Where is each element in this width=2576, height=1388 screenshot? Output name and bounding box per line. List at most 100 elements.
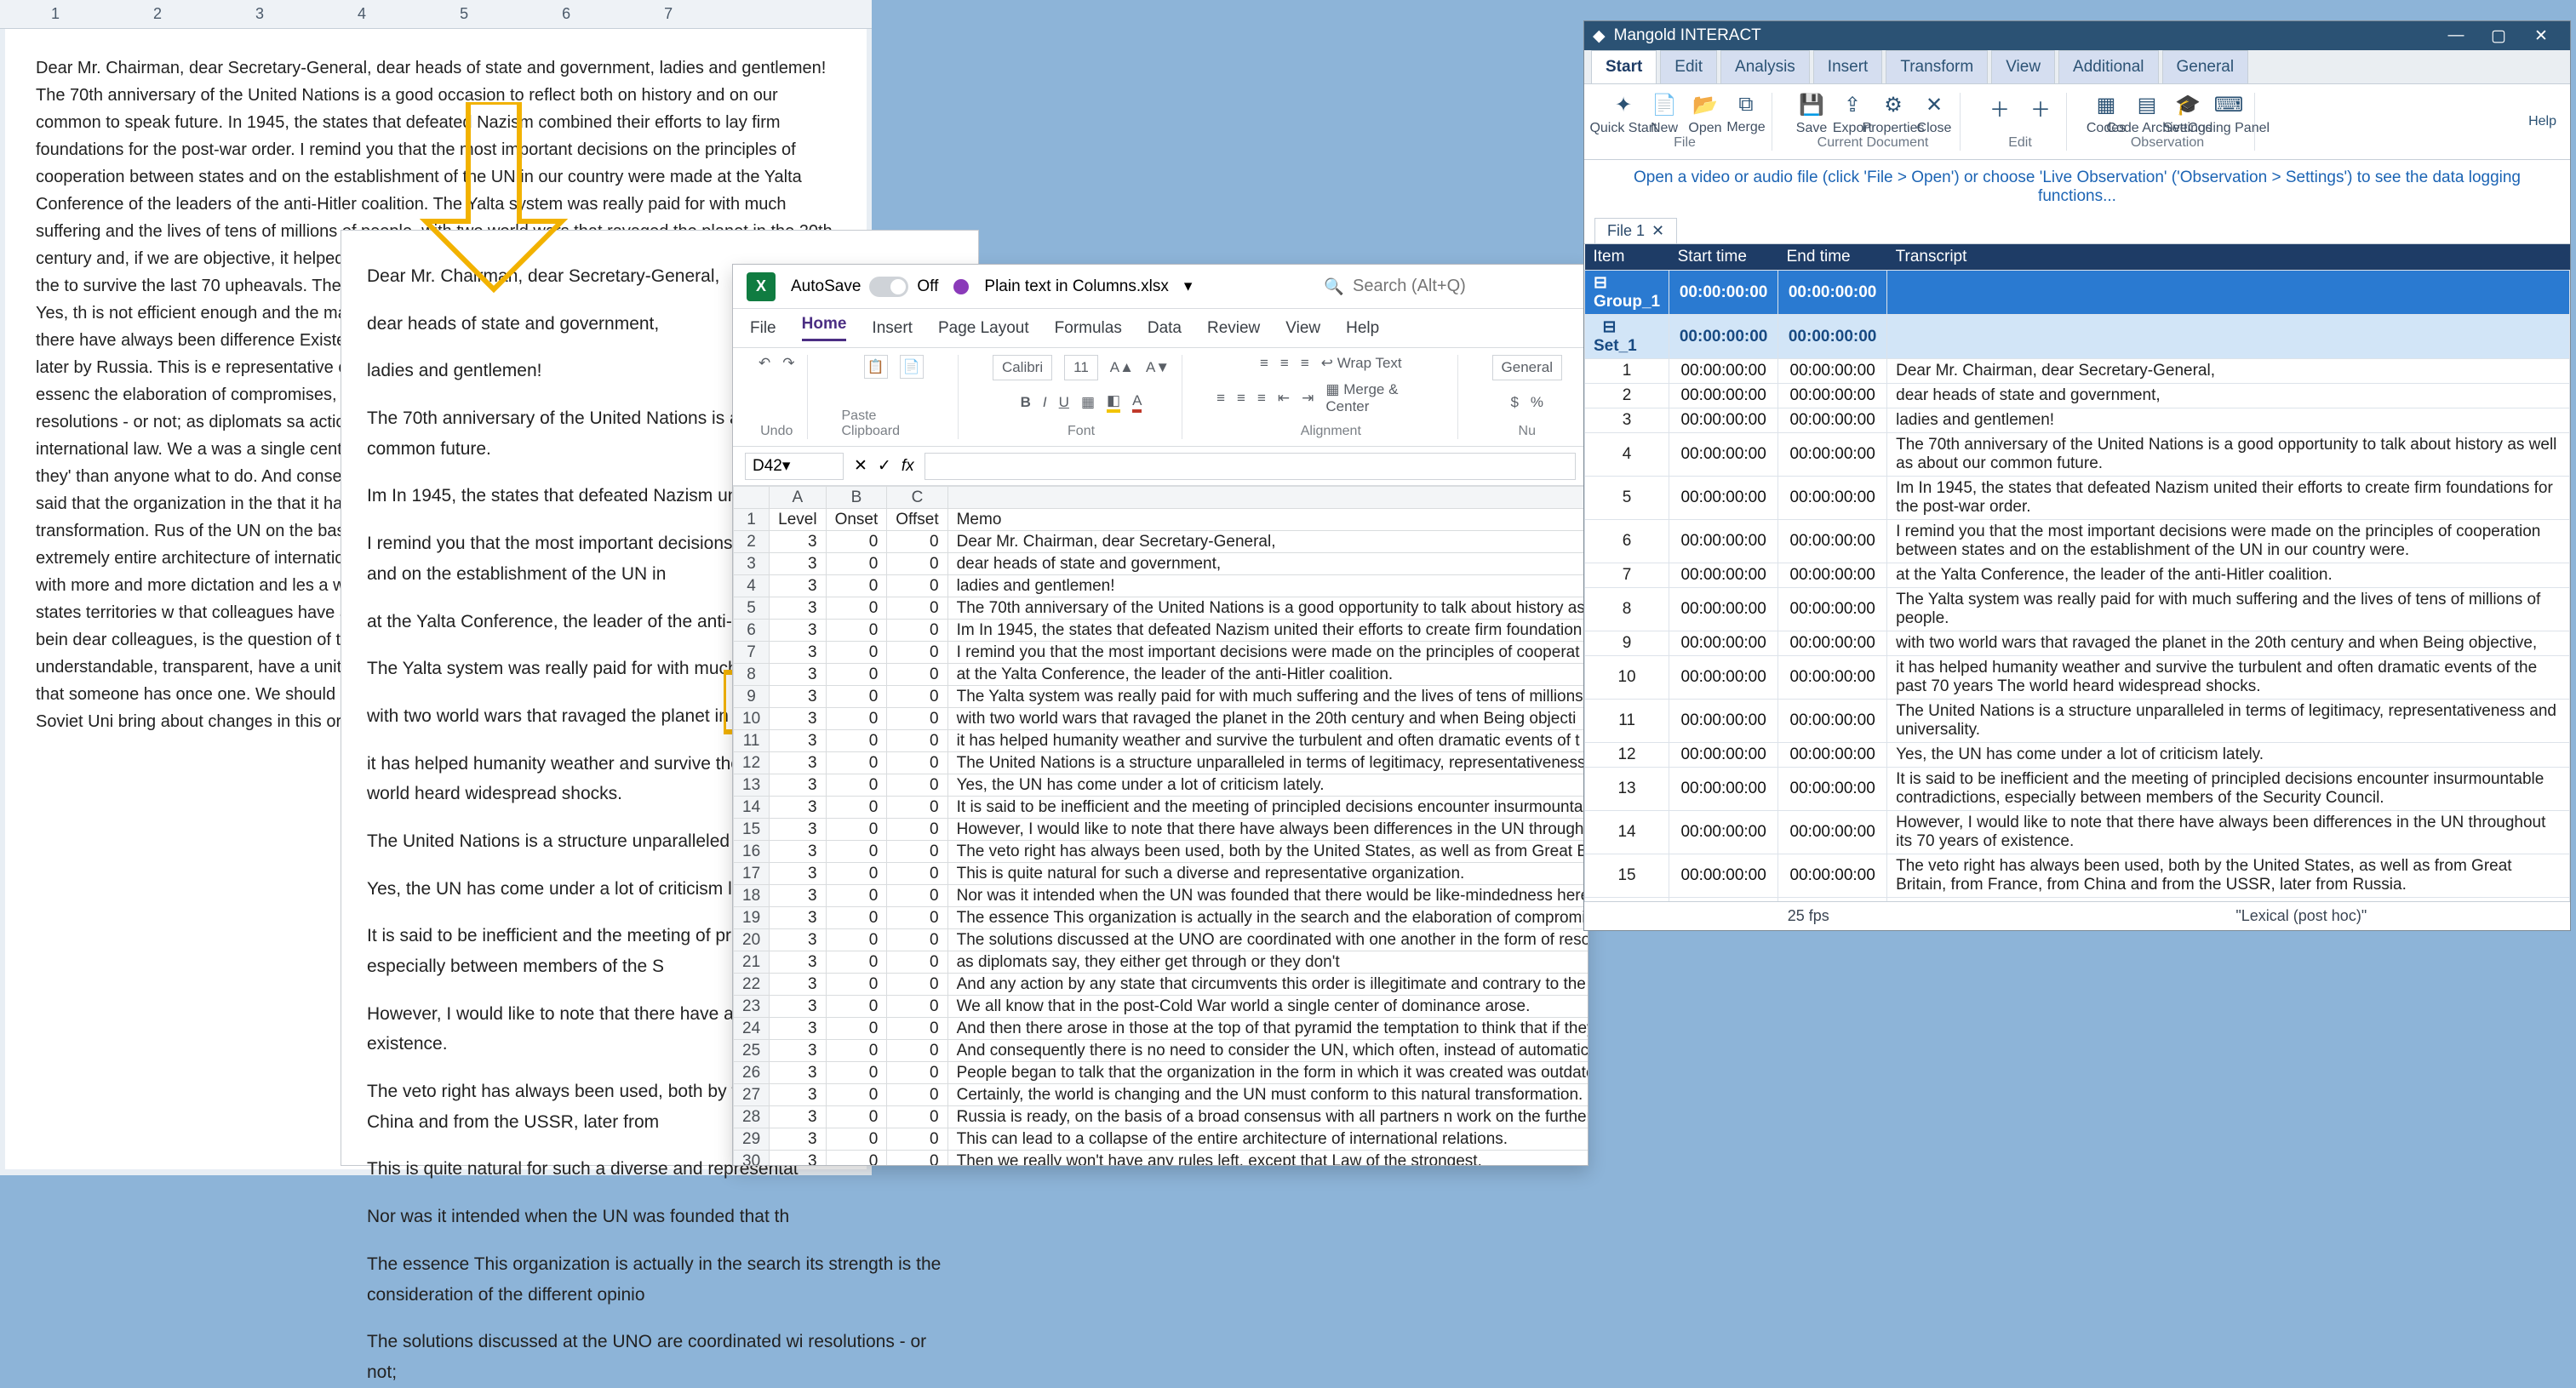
- maximize-button[interactable]: ▢: [2478, 23, 2519, 49]
- paste-button[interactable]: 📋: [864, 355, 888, 379]
- align-left-icon[interactable]: ≡: [1216, 390, 1225, 407]
- fill-color-icon[interactable]: ◧: [1107, 392, 1120, 413]
- table-row[interactable]: 10300with two world wars that ravaged th…: [734, 708, 1589, 730]
- table-row[interactable]: 23300We all know that in the post-Cold W…: [734, 996, 1589, 1018]
- excel-window[interactable]: X AutoSave Off Plain text in Columns.xls…: [732, 264, 1589, 1166]
- menu-view[interactable]: View: [1285, 319, 1320, 338]
- mangold-window[interactable]: ◆ Mangold INTERACT — ▢ ✕ StartEditAnalys…: [1583, 20, 2571, 931]
- table-row[interactable]: 1500:00:00:0000:00:00:00The veto right h…: [1585, 854, 2570, 898]
- col-A[interactable]: A: [770, 487, 826, 509]
- name-box[interactable]: D42 ▾: [745, 453, 844, 480]
- Properties-button[interactable]: ⚙Properties: [1876, 93, 1910, 130]
- row-1[interactable]: 1: [734, 509, 770, 531]
- Coding Panel-button[interactable]: ⌨Coding Panel: [2212, 93, 2246, 130]
- table-row[interactable]: 26300People began to talk that the organ…: [734, 1062, 1589, 1084]
- mangold-titlebar[interactable]: ◆ Mangold INTERACT — ▢ ✕: [1584, 21, 2570, 50]
- table-row[interactable]: 900:00:00:0000:00:00:00with two world wa…: [1585, 631, 2570, 656]
- formula-input[interactable]: [924, 453, 1576, 480]
- group-row[interactable]: ⊟ Group_100:00:00:0000:00:00:00: [1585, 271, 2570, 315]
- table-row[interactable]: 400:00:00:0000:00:00:00The 70th annivers…: [1585, 433, 2570, 477]
- table-row[interactable]: 1300:00:00:0000:00:00:00It is said to be…: [1585, 768, 2570, 811]
- mg-tab-transform[interactable]: Transform: [1886, 50, 1988, 83]
- redo-icon[interactable]: ↷: [782, 355, 794, 372]
- th-item[interactable]: Item: [1585, 244, 1669, 271]
- table-row[interactable]: 29300This can lead to a collapse of the …: [734, 1128, 1589, 1151]
- table-row[interactable]: 7300I remind you that the most important…: [734, 642, 1589, 664]
- table-row[interactable]: 500:00:00:0000:00:00:00Im In 1945, the s…: [1585, 477, 2570, 520]
- table-row[interactable]: 6300Im In 1945, the states that defeated…: [734, 620, 1589, 642]
- autosave-toggle[interactable]: AutoSave Off: [791, 277, 938, 297]
- table-row[interactable]: 11300it has helped humanity weather and …: [734, 730, 1589, 752]
- mg-tab-edit[interactable]: Edit: [1660, 50, 1717, 83]
- table-row[interactable]: 14300It is said to be inefficient and th…: [734, 797, 1589, 819]
- table-row[interactable]: 19300The essence This organization is ac…: [734, 907, 1589, 929]
- table-row[interactable]: 100:00:00:0000:00:00:00Dear Mr. Chairman…: [1585, 359, 2570, 384]
- search-input[interactable]: [1353, 277, 1574, 296]
- action-button[interactable]: ＋: [2024, 93, 2058, 130]
- grow-font-icon[interactable]: A▲: [1110, 359, 1134, 376]
- menu-help[interactable]: Help: [1346, 319, 1379, 338]
- table-row[interactable]: 600:00:00:0000:00:00:00I remind you that…: [1585, 520, 2570, 563]
- col-D[interactable]: D: [947, 487, 1588, 509]
- wrap-text-button[interactable]: ↩ Wrap Text: [1321, 355, 1402, 372]
- Code Archive-button[interactable]: ▤Code Archive: [2130, 93, 2164, 130]
- table-row[interactable]: 20300The solutions discussed at the UNO …: [734, 929, 1589, 951]
- minimize-button[interactable]: —: [2436, 23, 2476, 49]
- table-row[interactable]: 1400:00:00:0000:00:00:00However, I would…: [1585, 811, 2570, 854]
- set-row[interactable]: ⊟ Set_100:00:00:0000:00:00:00: [1585, 315, 2570, 359]
- menu-home[interactable]: Home: [802, 315, 847, 341]
- shrink-font-icon[interactable]: A▼: [1146, 359, 1170, 376]
- check-icon[interactable]: ✓: [878, 456, 891, 476]
- table-row[interactable]: 5300The 70th anniversary of the United N…: [734, 597, 1589, 620]
- excel-grid[interactable]: ABCD1LevelOnsetOffsetMemo2300Dear Mr. Ch…: [733, 486, 1588, 1165]
- merge-button[interactable]: ▦ Merge & Center: [1325, 381, 1445, 415]
- font-size[interactable]: 11: [1064, 355, 1098, 380]
- mg-tab-analysis[interactable]: Analysis: [1720, 50, 1810, 83]
- mg-tab-general[interactable]: General: [2162, 50, 2249, 83]
- mg-tab-start[interactable]: Start: [1591, 50, 1657, 83]
- indent-inc-icon[interactable]: ⇥: [1302, 390, 1314, 407]
- table-row[interactable]: 15300However, I would like to note that …: [734, 819, 1589, 841]
- Merge-button[interactable]: ⧉Merge: [1729, 93, 1763, 130]
- table-row[interactable]: 30300Then we really won't have any rules…: [734, 1151, 1589, 1166]
- menu-data[interactable]: Data: [1148, 319, 1182, 338]
- align-top-icon[interactable]: ≡: [1260, 355, 1268, 372]
- align-bot-icon[interactable]: ≡: [1301, 355, 1309, 372]
- underline-button[interactable]: U: [1059, 394, 1069, 411]
- toggle-pill[interactable]: [869, 277, 908, 297]
- close-button[interactable]: ✕: [2521, 23, 2562, 49]
- help-button[interactable]: Help: [2528, 114, 2556, 129]
- mg-tab-view[interactable]: View: [1991, 50, 2055, 83]
- table-row[interactable]: 8300at the Yalta Conference, the leader …: [734, 664, 1589, 686]
- indent-dec-icon[interactable]: ⇤: [1278, 390, 1290, 407]
- cancel-icon[interactable]: ✕: [854, 456, 867, 476]
- table-row[interactable]: 13300Yes, the UN has come under a lot of…: [734, 774, 1589, 797]
- menu-insert[interactable]: Insert: [872, 319, 913, 338]
- bold-button[interactable]: B: [1021, 394, 1031, 411]
- table-row[interactable]: 4300ladies and gentlemen!: [734, 575, 1589, 597]
- close-icon[interactable]: ✕: [1652, 222, 1664, 240]
- align-mid-icon[interactable]: ≡: [1280, 355, 1289, 372]
- currency-icon[interactable]: $: [1510, 394, 1518, 411]
- table-row[interactable]: 9300The Yalta system was really paid for…: [734, 686, 1589, 708]
- menu-review[interactable]: Review: [1207, 319, 1260, 338]
- file-tab[interactable]: File 1 ✕: [1594, 218, 1677, 243]
- align-center-icon[interactable]: ≡: [1237, 390, 1245, 407]
- table-row[interactable]: 2300Dear Mr. Chairman, dear Secretary-Ge…: [734, 531, 1589, 553]
- table-row[interactable]: 17300This is quite natural for such a di…: [734, 863, 1589, 885]
- action-button[interactable]: ＋: [1983, 93, 2017, 130]
- col-B[interactable]: B: [826, 487, 887, 509]
- mangold-table-wrap[interactable]: ItemStart timeEnd timeTranscript⊟ Group_…: [1584, 243, 2570, 901]
- italic-button[interactable]: I: [1043, 394, 1047, 411]
- table-row[interactable]: 800:00:00:0000:00:00:00The Yalta system …: [1585, 588, 2570, 631]
- table-row[interactable]: 22300And any action by any state that ci…: [734, 974, 1589, 996]
- font-color-icon[interactable]: A: [1132, 392, 1142, 413]
- th-transcript[interactable]: Transcript: [1887, 244, 2570, 271]
- Quick Start-button[interactable]: ✦Quick Start: [1606, 93, 1640, 130]
- New-button[interactable]: 📄New: [1647, 93, 1681, 130]
- table-row[interactable]: 1200:00:00:0000:00:00:00Yes, the UN has …: [1585, 743, 2570, 768]
- table-row[interactable]: 1100:00:00:0000:00:00:00The United Natio…: [1585, 700, 2570, 743]
- table-row[interactable]: 21300as diplomats say, they either get t…: [734, 951, 1589, 974]
- menu-formulas[interactable]: Formulas: [1055, 319, 1122, 338]
- table-row[interactable]: 16300The veto right has always been used…: [734, 841, 1589, 863]
